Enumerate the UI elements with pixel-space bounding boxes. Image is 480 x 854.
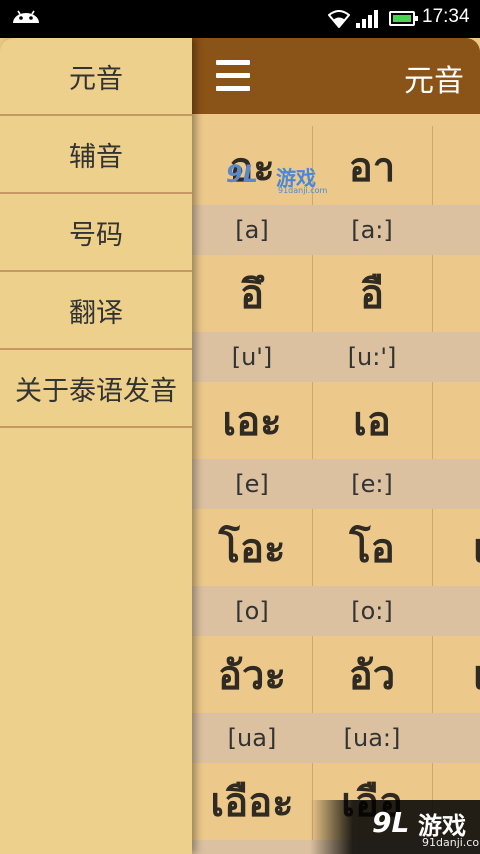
ipa-transcription xyxy=(192,840,312,854)
vowel-cell[interactable]: อัว [ua:] xyxy=(312,636,432,763)
vowel-cell[interactable]: อื [u:'] xyxy=(312,255,432,382)
ipa-transcription: [u'] xyxy=(192,332,312,382)
watermark: 9L 游戏 91danji.com xyxy=(226,158,336,198)
thai-vowel: อัวะ xyxy=(218,652,286,699)
ipa-transcription: [o:] xyxy=(312,586,432,636)
vowel-row: อึ [u'] อื [u:'][ xyxy=(192,255,480,382)
thai-vowel: แ xyxy=(432,382,480,459)
watermark-logo: 9L xyxy=(372,806,410,839)
ipa-transcription: [ xyxy=(432,713,480,763)
vowel-row: เอะ [e] เอ [e:]แ[a xyxy=(192,382,480,509)
ipa-transcription: [ua] xyxy=(192,713,312,763)
ipa-transcription: [e] xyxy=(192,459,312,509)
thai-vowel: โอะ xyxy=(218,525,286,572)
drawer-item-numbers[interactable]: 号码 xyxy=(0,194,192,272)
android-icon xyxy=(12,10,40,29)
ipa-transcription: [a:] xyxy=(312,205,432,255)
ipa-transcription: [ xyxy=(432,332,480,382)
drawer-item-translate[interactable]: 翻译 xyxy=(0,272,192,350)
thai-vowel: เอ xyxy=(473,525,480,572)
menu-icon-bar xyxy=(216,73,250,78)
ipa-transcription: [ xyxy=(432,586,480,636)
page-title: 元音 xyxy=(404,64,464,99)
watermark-logo: 9L xyxy=(226,160,258,188)
thai-vowel: เอะ xyxy=(222,398,282,445)
ipa-transcription: [e:] xyxy=(312,459,432,509)
vowel-cell[interactable] xyxy=(432,128,480,255)
vowel-cell[interactable]: เอื [ xyxy=(432,636,480,763)
watermark-url: 91danji.com xyxy=(278,186,328,195)
vowel-cell[interactable]: [ xyxy=(432,255,480,382)
thai-vowel: โอ xyxy=(349,525,395,572)
thai-vowel: เอือะ xyxy=(210,779,294,826)
drawer-item-vowels[interactable]: 元音 xyxy=(0,38,192,116)
thai-vowel: เอื xyxy=(473,652,480,699)
vowel-cell[interactable]: แ[a xyxy=(432,382,480,509)
vowel-cell[interactable]: โอ [o:] xyxy=(312,509,432,636)
battery-icon xyxy=(389,11,418,26)
drawer-item-consonants[interactable]: 辅音 xyxy=(0,116,192,194)
navigation-drawer: 元音 辅音 号码 翻译 关于泰语发音 xyxy=(0,38,192,854)
thai-vowel: เอ xyxy=(353,398,391,445)
vowel-cell[interactable]: เอ [ xyxy=(432,509,480,636)
status-time: 17:34 xyxy=(422,6,470,27)
vowel-cell[interactable]: เอ [e:] xyxy=(312,382,432,509)
watermark-corner: 9L 游戏 91danji.com xyxy=(310,800,480,854)
vowel-cell[interactable]: เอือะ xyxy=(192,763,312,854)
thai-vowel xyxy=(432,255,480,332)
thai-vowel: อัว xyxy=(348,652,396,699)
menu-button[interactable] xyxy=(216,58,250,94)
ipa-transcription: [ua:] xyxy=(312,713,432,763)
ipa-transcription: [o] xyxy=(192,586,312,636)
ipa-transcription: [a xyxy=(432,459,480,509)
ipa-transcription: [u:'] xyxy=(312,332,432,382)
thai-vowel: อึ xyxy=(239,271,265,318)
menu-icon-bar xyxy=(216,86,250,91)
vowel-cell[interactable]: อึ [u'] xyxy=(192,255,312,382)
vowel-row: อัวะ [ua] อัว [ua:] เอื [ xyxy=(192,636,480,763)
ipa-transcription: [a] xyxy=(192,205,312,255)
vowel-grid: อะ[a]อา[a:]อึ[u']อื[u:'][เอะ[e]เอ[e:]แ[a… xyxy=(192,128,480,854)
ipa-transcription xyxy=(432,205,480,255)
signal-icon xyxy=(356,10,378,28)
vowel-row: โอะ [o] โอ [o:] เอ [ xyxy=(192,509,480,636)
watermark-url: 91danji.com xyxy=(422,836,480,849)
menu-icon-bar xyxy=(216,60,250,65)
status-bar: 17:34 xyxy=(0,0,480,38)
vowel-cell[interactable]: โอะ [o] xyxy=(192,509,312,636)
thai-vowel: อื xyxy=(359,271,385,318)
vowel-cell[interactable]: เอะ [e] xyxy=(192,382,312,509)
wifi-icon xyxy=(328,10,350,28)
drawer-item-about[interactable]: 关于泰语发音 xyxy=(0,350,192,428)
thai-vowel xyxy=(432,128,480,205)
vowel-cell[interactable]: อัวะ [ua] xyxy=(192,636,312,763)
app-bar: 元音 xyxy=(192,38,480,114)
